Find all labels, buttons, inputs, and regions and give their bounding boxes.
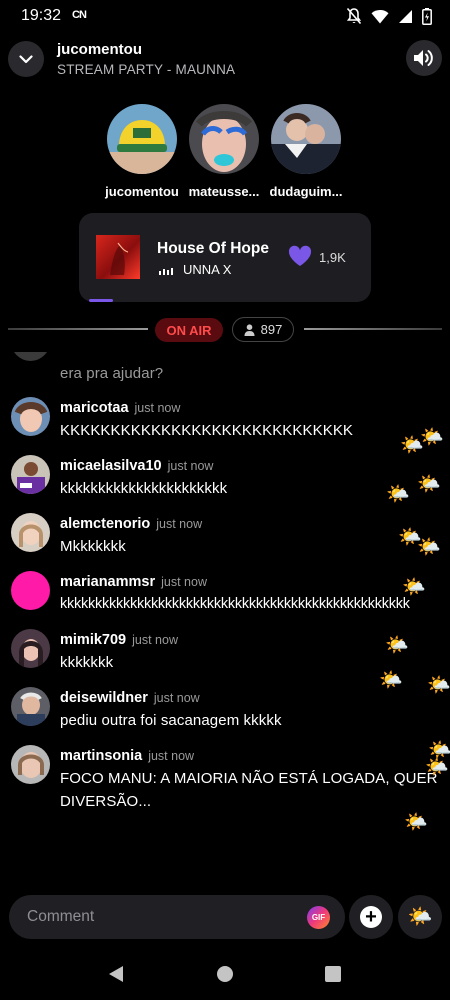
message-text: Mkkkkkkk — [60, 538, 126, 555]
message-time: just now — [148, 749, 195, 763]
sun-cloud-icon: 🌤️ — [420, 427, 444, 448]
heart-icon[interactable] — [288, 245, 312, 267]
equalizer-icon — [159, 268, 173, 275]
avatar[interactable] — [11, 571, 50, 610]
message-time: just now — [153, 691, 200, 705]
message-text: pediu outra foi sacanagem kkkkk — [60, 712, 282, 729]
chat-username[interactable]: martinsonia just now — [60, 748, 194, 764]
avatar[interactable] — [11, 455, 50, 494]
sun-cloud-icon: 🌤️ — [417, 537, 441, 558]
chat-username[interactable]: alemctenorio just now — [60, 516, 202, 532]
speaker-icon — [414, 50, 433, 66]
chat-username[interactable]: deisewildner just now — [60, 690, 200, 706]
message-text: kkkkkkkkkkkkkkkkkkkkkkkkkkkkkkkkkkkkkkkk… — [60, 596, 410, 612]
minimize-button[interactable] — [8, 41, 44, 77]
wifi-icon — [371, 9, 389, 23]
sun-cloud-icon: 🌤️ — [385, 635, 409, 656]
message-text: KKKKKKKKKKKKKKKKKKKKKKKKKKKKK — [60, 422, 354, 439]
person-icon — [244, 323, 255, 336]
plus-icon: + — [360, 906, 382, 928]
on-air-badge: ON AIR — [155, 318, 223, 342]
carrier-icon: CN — [72, 9, 87, 21]
avatar[interactable] — [11, 397, 50, 436]
viewer-count: 897 — [260, 322, 283, 337]
status-icons — [346, 7, 432, 25]
sun-cloud-icon: 🌤️ — [407, 906, 433, 928]
avatar — [189, 104, 259, 174]
sun-cloud-icon: 🌤️ — [425, 757, 449, 778]
message-text: kkkkkkkkkkkkkkkkkkkkkk — [60, 480, 228, 497]
avatar — [11, 352, 50, 361]
message-time: just now — [134, 401, 181, 415]
host-name: jucomentou — [57, 41, 142, 58]
gif-button[interactable]: GIF — [307, 906, 330, 929]
participant-dudaguim[interactable]: dudaguim... — [270, 104, 342, 199]
add-button[interactable]: + — [349, 895, 393, 939]
chevron-down-icon — [19, 54, 33, 63]
comment-input[interactable]: Comment GIF — [9, 895, 345, 939]
avatar — [107, 104, 177, 174]
status-bar: 19:32 CN — [0, 0, 450, 34]
navigation-bar — [0, 950, 450, 1000]
chat-username[interactable]: mimik709 just now — [60, 632, 178, 648]
viewer-count-badge[interactable]: 897 — [232, 317, 294, 342]
message-time: just now — [132, 633, 178, 647]
message-time: just now — [161, 575, 207, 589]
message-text: FOCO MANU: A MAIORIA NÃO ESTÁ LOGADA, QU… — [60, 770, 438, 810]
sun-cloud-icon: 🌤️ — [404, 812, 428, 833]
sun-cloud-icon: 🌤️ — [402, 577, 426, 598]
avatar[interactable] — [11, 513, 50, 552]
nav-back-icon[interactable] — [108, 965, 124, 983]
comment-placeholder: Comment — [27, 908, 95, 925]
nav-recents-icon[interactable] — [325, 966, 341, 982]
avatar[interactable] — [11, 687, 50, 726]
album-cover — [96, 235, 140, 279]
sound-button[interactable] — [406, 40, 442, 76]
participant-name: dudaguim... — [269, 184, 343, 199]
now-playing-card[interactable]: House Of Hope UNNA X 1,9K — [79, 213, 371, 302]
message-time: just now — [167, 459, 214, 473]
divider — [8, 328, 148, 330]
avatar[interactable] — [11, 745, 50, 784]
party-title: STREAM PARTY - MAUNNA — [57, 62, 236, 77]
chat-username[interactable]: marianammsr just now — [60, 574, 207, 590]
sun-cloud-icon: 🌤️ — [379, 670, 403, 691]
divider — [304, 328, 442, 330]
battery-icon — [422, 7, 432, 25]
status-time: 19:32 — [21, 7, 62, 24]
message-time: just now — [156, 517, 203, 531]
signal-icon — [399, 9, 412, 23]
message-text: era pra ajudar? — [60, 365, 164, 382]
song-artist: UNNA X — [183, 262, 232, 277]
sun-cloud-icon: 🌤️ — [417, 474, 441, 495]
song-progress-bar — [89, 299, 113, 302]
sun-cloud-icon: 🌤️ — [427, 675, 450, 696]
participant-jucomentou[interactable]: jucomentou — [105, 104, 179, 199]
chat-username[interactable]: micaelasilva10 just now — [60, 458, 213, 474]
sun-cloud-icon: 🌤️ — [386, 484, 410, 505]
avatar[interactable] — [11, 629, 50, 668]
reaction-button[interactable]: 🌤️ — [398, 895, 442, 939]
avatar — [271, 104, 341, 174]
song-title: House Of Hope — [157, 240, 269, 257]
like-count: 1,9K — [319, 250, 346, 265]
mute-bell-icon — [346, 7, 362, 25]
nav-home-icon[interactable] — [217, 966, 233, 982]
chat-feed[interactable]: era pra ajudar? maricotaa just now KKKKKK… — [0, 352, 450, 882]
participant-mateusse[interactable]: mateusse... — [189, 104, 259, 199]
chat-username[interactable]: maricotaa just now — [60, 400, 180, 416]
